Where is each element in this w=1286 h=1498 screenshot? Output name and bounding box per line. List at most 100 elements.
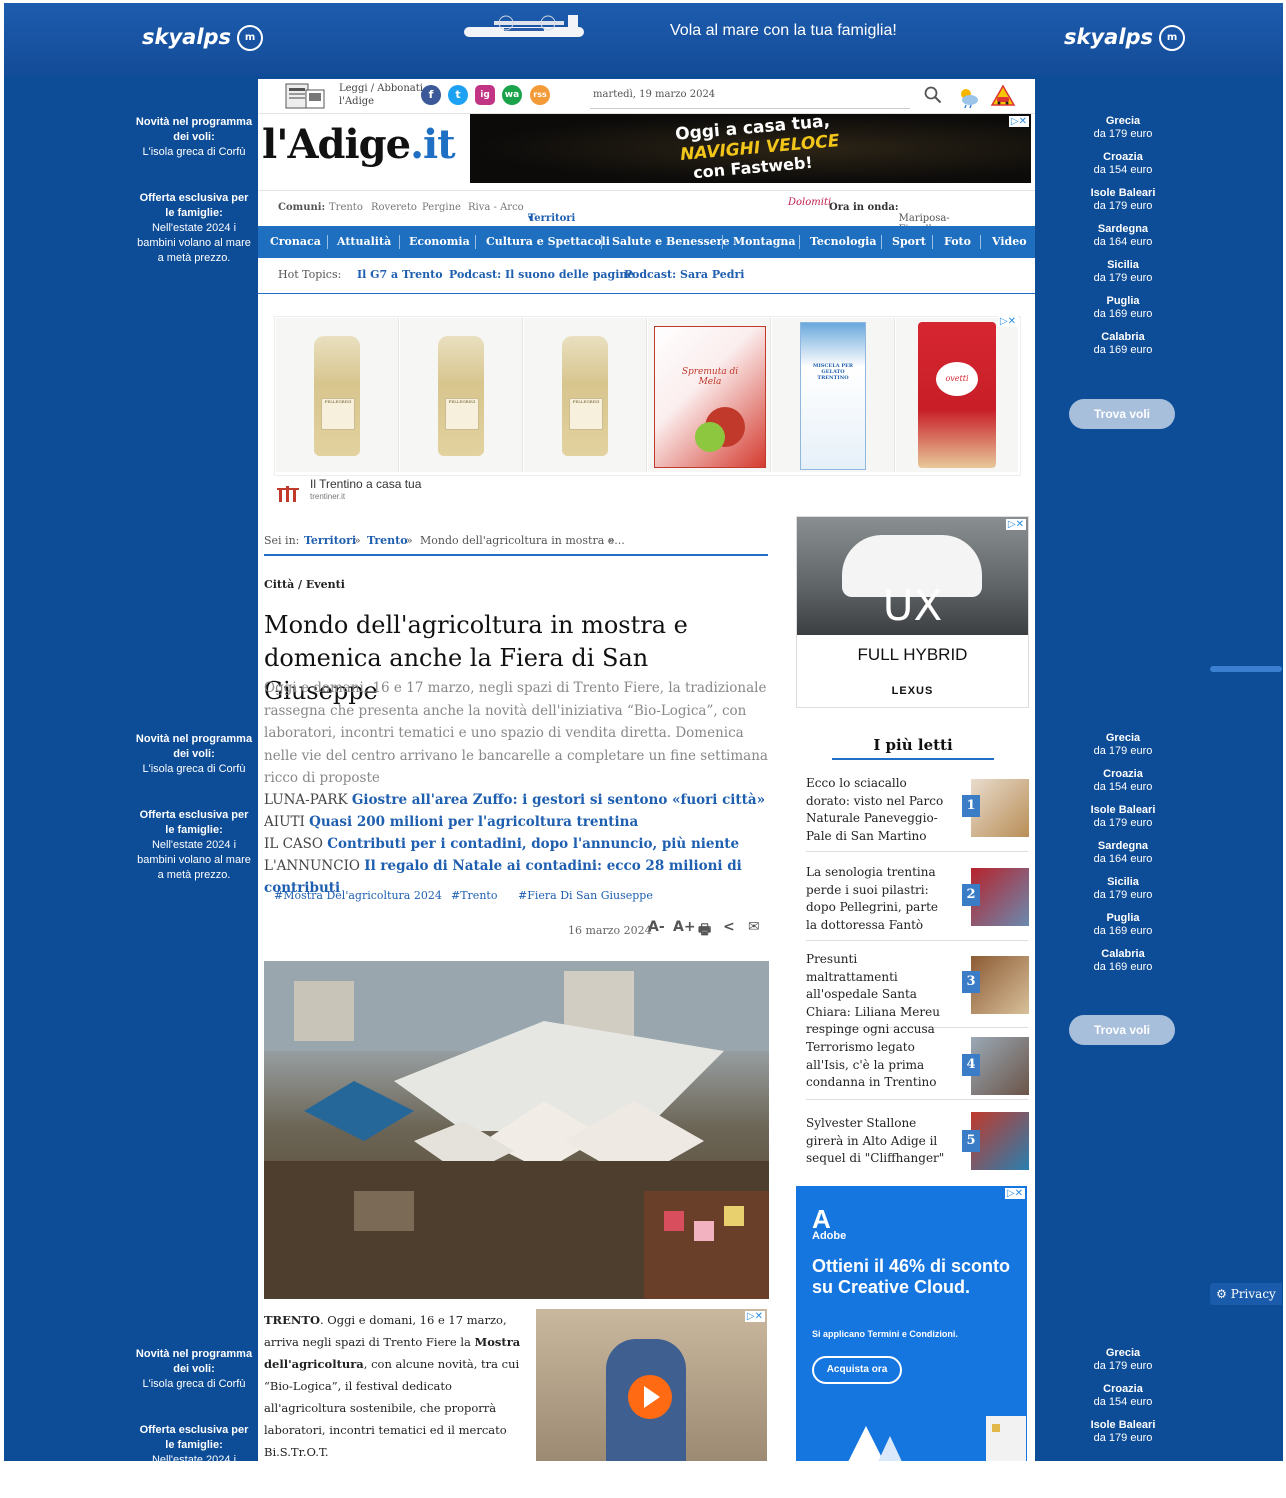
destination-list[interactable]: Grecia da 179 euro Croazia da 154 euro Iso… xyxy=(1079,732,1167,984)
most-read-item[interactable]: La senologia trentina perde i suoi pilas… xyxy=(806,864,1029,941)
skin-left-block[interactable]: Novità nel programma dei voli: L'isola gr… xyxy=(134,1347,254,1392)
breadcrumb-prefix: Sei in: xyxy=(264,534,300,547)
ad-choices-icon[interactable]: ▷✕ xyxy=(997,316,1018,327)
destination-list[interactable]: Grecia da 179 euro Croazia da 154 euro Iso… xyxy=(1079,1347,1167,1455)
article-summary: Oggi e domani, 16 e 17 marzo, negli spaz… xyxy=(264,680,768,786)
acquista-button[interactable]: Acquista ora xyxy=(812,1356,902,1384)
hot-topic-link[interactable]: Podcast: Il suono delle pagine xyxy=(449,268,634,281)
most-read-item[interactable]: Ecco lo sciacallo dorato: visto nel Parc… xyxy=(806,775,1029,852)
nav-item-sport[interactable]: Sport xyxy=(892,235,926,248)
play-icon[interactable] xyxy=(628,1375,672,1419)
product-image: Spremuta di Mela xyxy=(654,326,766,468)
ad-choices-icon[interactable]: ▷✕ xyxy=(1004,1188,1025,1199)
product-card[interactable]: ovetti xyxy=(896,318,1018,472)
hot-topic-link[interactable]: Il G7 a Trento xyxy=(357,268,443,281)
most-read-link[interactable]: Terrorismo legato all'Isis, c'è la prima… xyxy=(806,1039,952,1092)
tag-link[interactable]: #Trento xyxy=(451,889,497,902)
search-icon[interactable] xyxy=(924,86,942,104)
tag-link[interactable]: #Mostra Del'agricoltura 2024 xyxy=(274,889,442,902)
related-item[interactable]: LUNA-PARK Giostre all'area Zuffo: i gest… xyxy=(264,789,769,811)
hot-topic-link[interactable]: Podcast: Sara Pedri xyxy=(624,268,744,281)
font-increase-button[interactable]: A+ xyxy=(673,919,696,935)
ad-choices-icon[interactable]: ▷✕ xyxy=(1005,519,1026,530)
skin-left-block[interactable]: Novità nel programma dei voli: L'isola gr… xyxy=(134,732,254,777)
airplane-icon xyxy=(464,15,584,37)
skin-header[interactable]: skyalps m Vola al mare con la tua famigli… xyxy=(4,3,1283,75)
traffic-alert-icon[interactable] xyxy=(991,84,1015,108)
sponsor-name[interactable]: Il Trentino a casa tua xyxy=(310,477,421,491)
trova-voli-button[interactable]: Trova voli xyxy=(1069,1015,1175,1045)
weather-icon[interactable] xyxy=(956,85,980,109)
nav-item-cultura[interactable]: Cultura e Spettacoli xyxy=(486,235,610,248)
nav-item-montagna[interactable]: Montagna xyxy=(733,235,796,248)
related-item[interactable]: IL CASO Contributi per i contadini, dopo… xyxy=(264,833,769,855)
video-ad[interactable]: ▷✕ xyxy=(536,1309,767,1461)
article-section[interactable]: Città / Eventi xyxy=(264,578,345,591)
gear-icon: ⚙ xyxy=(1216,1287,1227,1301)
radio-dolomiti-logo[interactable]: Dolomiti xyxy=(788,197,831,219)
destination-list[interactable]: Grecia da 179 euro Croazia da 154 euro Iso… xyxy=(1079,115,1167,367)
skin-left-block[interactable]: Offerta esclusiva per le famiglie: Nell'e… xyxy=(134,191,254,266)
on-air-info[interactable]: Ora in onda: Mariposa-Fiorella Mannoia xyxy=(829,202,950,246)
skin-left-block[interactable]: Offerta esclusiva per le famiglie: Nell'e… xyxy=(134,808,254,883)
leggi-abbonati-link[interactable]: Leggi / Abbonati l'Adige xyxy=(339,82,423,108)
nav-item-tecnologia[interactable]: Tecnologia xyxy=(810,235,876,248)
instagram-icon[interactable]: ig xyxy=(475,85,495,105)
most-read-item[interactable]: Presunti maltrattamenti all'ospedale San… xyxy=(806,951,1029,1036)
comune-link[interactable]: Trento xyxy=(329,202,363,213)
product-ad-banner[interactable]: PELLEGRINI PELLEGRINI PELLEGRINI Spremut… xyxy=(274,316,1021,476)
product-card[interactable]: Spremuta di Mela xyxy=(648,318,771,472)
ad-choices-icon[interactable]: ▷✕ xyxy=(1008,116,1029,127)
site-logo[interactable]: l'Adige.it xyxy=(262,121,456,168)
rss-icon[interactable]: rss xyxy=(530,85,550,105)
nav-item-video[interactable]: Video xyxy=(992,235,1027,248)
comune-link[interactable]: Rovereto xyxy=(371,202,417,213)
product-card[interactable]: PELLEGRINI xyxy=(276,318,399,472)
page-content: Leggi / Abbonati l'Adige f t ig wa rss ma… xyxy=(258,79,1035,1461)
adobe-ad[interactable]: A Adobe Ottieni il 46% di sconto su Crea… xyxy=(796,1186,1027,1461)
print-icon[interactable]: 🖶 xyxy=(698,919,711,943)
ad-illustration xyxy=(848,1416,1026,1461)
most-read-link[interactable]: Ecco lo sciacallo dorato: visto nel Parc… xyxy=(806,775,952,845)
nav-item-salute[interactable]: Salute e Benessere xyxy=(612,235,729,248)
most-read-item[interactable]: Sylvester Stallone girerà in Alto Adige … xyxy=(806,1112,1029,1170)
lexus-ad[interactable]: UX FULL HYBRID LEXUS ▷✕ xyxy=(796,516,1029,708)
twitter-icon[interactable]: t xyxy=(448,85,468,105)
whatsapp-icon[interactable]: wa xyxy=(502,85,522,105)
breadcrumb-link[interactable]: Territori xyxy=(304,534,356,547)
facebook-icon[interactable]: f xyxy=(421,85,441,105)
most-read-item[interactable]: Terrorismo legato all'Isis, c'è la prima… xyxy=(806,1037,1029,1100)
comune-link[interactable]: Pergine xyxy=(422,202,461,213)
skin-left-block[interactable]: Novità nel programma dei voli: L'isola gr… xyxy=(134,115,254,160)
product-card[interactable]: PELLEGRINI xyxy=(400,318,523,472)
nav-item-foto[interactable]: Foto xyxy=(944,235,971,248)
comune-link[interactable]: Riva - Arco xyxy=(468,202,524,213)
trentino-logo-icon[interactable] xyxy=(276,482,300,502)
nav-item-attualita[interactable]: Attualità xyxy=(337,235,391,248)
trova-voli-button[interactable]: Trova voli xyxy=(1069,399,1175,429)
sponsor-url[interactable]: trentiner.it xyxy=(310,492,345,501)
skyalps-logo-left[interactable]: skyalps m xyxy=(142,25,264,51)
nav-item-cronaca[interactable]: Cronaca xyxy=(270,235,321,248)
breadcrumb-link[interactable]: Trento xyxy=(367,534,408,547)
most-read-link[interactable]: Sylvester Stallone girerà in Alto Adige … xyxy=(806,1115,952,1168)
newspaper-icon[interactable] xyxy=(280,82,328,110)
product-card[interactable]: PELLEGRINI xyxy=(524,318,647,472)
most-read-link[interactable]: Presunti maltrattamenti all'ospedale San… xyxy=(806,951,952,1039)
nav-divider xyxy=(722,235,723,249)
ad-choices-icon[interactable]: ▷✕ xyxy=(744,1311,765,1322)
share-icon[interactable]: < xyxy=(723,919,735,935)
most-read-link[interactable]: La senologia trentina perde i suoi pilas… xyxy=(806,864,952,934)
side-tab[interactable] xyxy=(1210,666,1282,672)
related-item[interactable]: AIUTI Quasi 200 milioni per l'agricoltur… xyxy=(264,811,769,833)
privacy-button[interactable]: ⚙ Privacy xyxy=(1210,1283,1282,1305)
font-decrease-button[interactable]: A- xyxy=(648,919,665,935)
destination-item: Croazia da 154 euro xyxy=(1093,768,1153,793)
article-photo[interactable] xyxy=(264,961,769,1299)
product-card[interactable]: MISCELA PER GELATO TRENTINO xyxy=(772,318,895,472)
nav-item-economia[interactable]: Economia xyxy=(409,235,470,248)
fastweb-ad-banner[interactable]: Oggi a casa tua, NAVIGHI VELOCE con Fast… xyxy=(470,114,1031,183)
tag-link[interactable]: #Fiera Di San Giuseppe xyxy=(518,889,653,902)
skyalps-logo-right[interactable]: skyalps m xyxy=(1064,25,1186,51)
email-icon[interactable]: ✉ xyxy=(748,919,760,935)
